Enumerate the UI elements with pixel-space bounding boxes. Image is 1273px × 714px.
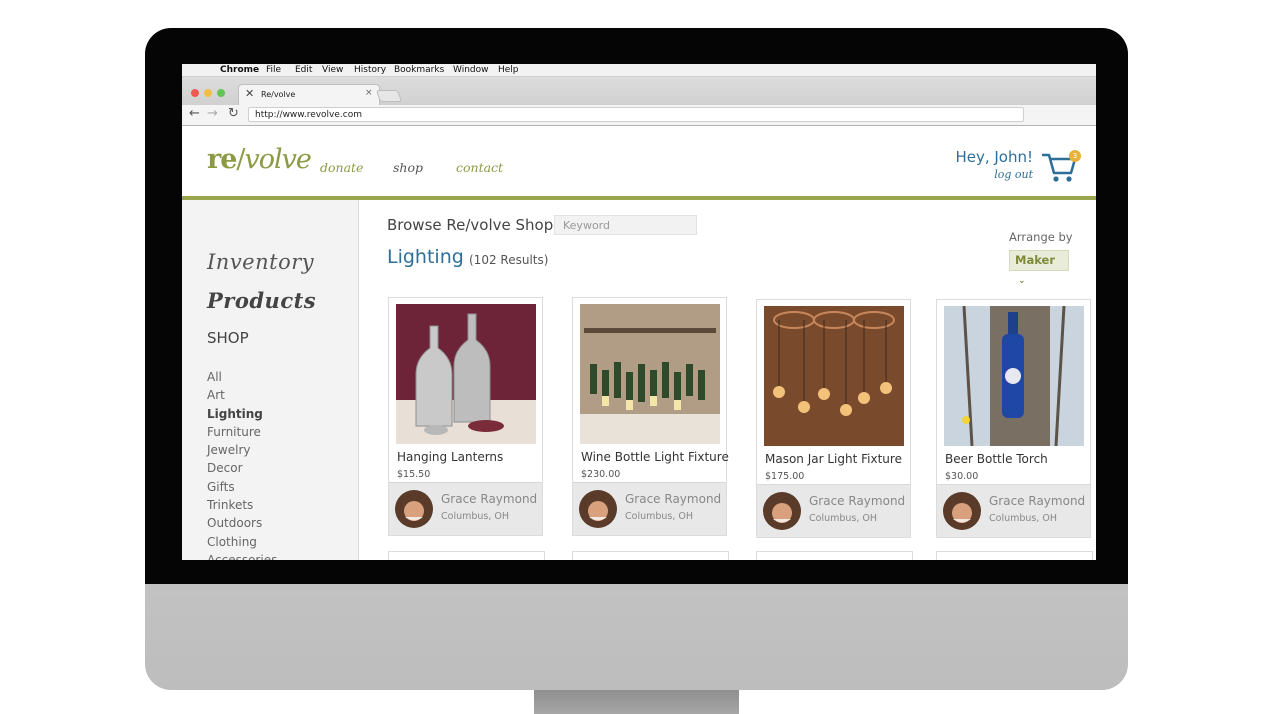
new-tab-button[interactable] — [375, 90, 403, 102]
product-card-partial[interactable] — [572, 551, 729, 560]
product-price: $230.00 — [581, 469, 621, 480]
maker-location: Columbus, OH — [809, 513, 878, 524]
menu-history[interactable]: History — [354, 64, 386, 76]
maker-info[interactable]: Grace Raymond Columbus, OH — [389, 482, 542, 535]
maker-name: Grace Raymond — [625, 492, 722, 506]
product-image-wine-bottle-light-fixture[interactable] — [580, 304, 720, 444]
maker-info[interactable]: Grace Raymond Columbus, OH — [757, 484, 910, 537]
arrange-by-select[interactable]: Maker ⌄ — [1009, 250, 1069, 286]
category-item-decor[interactable]: Decor — [207, 459, 277, 477]
site-header: re/volve donate shop contact Hey, John! … — [182, 126, 1096, 200]
product-price: $15.50 — [397, 469, 431, 480]
menu-file[interactable]: File — [266, 64, 281, 76]
sidebar-shop-heading: SHOP — [207, 329, 249, 347]
arrange-by-value: Maker — [1015, 253, 1056, 267]
sidebar-inventory-link[interactable]: Inventory — [207, 250, 314, 274]
category-item-clothing[interactable]: Clothing — [207, 533, 277, 551]
reload-icon[interactable]: ↻ — [228, 107, 239, 121]
maker-name: Grace Raymond — [989, 494, 1086, 508]
product-card[interactable]: Wine Bottle Light Fixture $230.00 Grace … — [572, 297, 729, 536]
tab-close-icon[interactable]: × — [365, 88, 373, 98]
address-bar[interactable]: http://www.revolve.com — [248, 107, 1024, 122]
product-price: $175.00 — [765, 471, 805, 482]
product-image-mason-jar-light-fixture[interactable] — [764, 306, 904, 446]
product-name[interactable]: Beer Bottle Torch — [945, 452, 1048, 466]
mac-menubar: Chrome File Edit View History Bookmarks … — [182, 64, 1096, 77]
maker-info[interactable]: Grace Raymond Columbus, OH — [937, 484, 1090, 537]
back-arrow-icon[interactable]: ← — [189, 107, 200, 121]
product-card-partial[interactable] — [388, 551, 545, 560]
maker-avatar — [579, 490, 617, 528]
maker-name: Grace Raymond — [809, 494, 906, 508]
category-item-furniture[interactable]: Furniture — [207, 423, 277, 441]
logout-link[interactable]: log out — [994, 168, 1033, 181]
menu-help[interactable]: Help — [498, 64, 519, 76]
maker-avatar — [943, 492, 981, 530]
minimize-window-button[interactable] — [204, 89, 212, 97]
browser-chrome: ✕ Re/volve × ← → ↻ http://www.revolve.co… — [182, 77, 1096, 126]
results-count: (102 Results) — [469, 253, 549, 267]
category-item-accessories[interactable]: Accessories — [207, 551, 277, 560]
product-card-partial[interactable] — [936, 551, 1093, 560]
close-window-button[interactable] — [191, 89, 199, 97]
revolve-logo[interactable]: re/volve — [207, 144, 312, 175]
product-image-beer-bottle-torch[interactable] — [944, 306, 1084, 446]
maker-avatar — [395, 490, 433, 528]
product-card[interactable]: Mason Jar Light Fixture $175.00 Grace Ra… — [756, 299, 911, 538]
browse-title: Browse Re/volve Shop — [387, 216, 554, 234]
zoom-window-button[interactable] — [217, 89, 225, 97]
menu-window[interactable]: Window — [453, 64, 489, 76]
arrange-by-label: Arrange by — [1009, 230, 1073, 244]
product-price: $30.00 — [945, 471, 979, 482]
category-item-art[interactable]: Art — [207, 386, 277, 404]
category-item-outdoors[interactable]: Outdoors — [207, 514, 277, 532]
category-item-all[interactable]: All — [207, 368, 277, 386]
maker-name: Grace Raymond — [441, 492, 538, 506]
category-list: All Art Lighting Furniture Jewelry Decor… — [207, 368, 277, 560]
browser-tab[interactable]: ✕ Re/volve × — [238, 84, 380, 105]
product-name[interactable]: Mason Jar Light Fixture — [765, 452, 902, 466]
user-greeting: Hey, John! — [955, 148, 1033, 166]
screen: Chrome File Edit View History Bookmarks … — [182, 64, 1096, 560]
maker-location: Columbus, OH — [625, 511, 694, 522]
monitor-stand — [534, 690, 739, 714]
maker-location: Columbus, OH — [989, 513, 1058, 524]
forward-arrow-icon[interactable]: → — [207, 107, 218, 121]
category-title: Lighting — [387, 246, 464, 268]
category-item-trinkets[interactable]: Trinkets — [207, 496, 277, 514]
nav-donate[interactable]: donate — [320, 160, 363, 175]
product-card[interactable]: Beer Bottle Torch $30.00 Grace Raymond C… — [936, 299, 1091, 538]
nav-shop[interactable]: shop — [393, 160, 423, 175]
menu-app-name[interactable]: Chrome — [220, 64, 259, 76]
product-image-hanging-lanterns[interactable] — [396, 304, 536, 444]
tab-title: Re/volve — [261, 90, 296, 99]
maker-avatar — [763, 492, 801, 530]
product-name[interactable]: Hanging Lanterns — [397, 450, 503, 464]
maker-info[interactable]: Grace Raymond Columbus, OH — [573, 482, 726, 535]
product-name[interactable]: Wine Bottle Light Fixture — [581, 450, 729, 464]
product-card[interactable]: Hanging Lanterns $15.50 Grace Raymond Co… — [388, 297, 543, 536]
category-item-gifts[interactable]: Gifts — [207, 478, 277, 496]
chevron-down-icon: ⌄ — [1018, 276, 1026, 286]
menu-edit[interactable]: Edit — [295, 64, 312, 76]
sidebar-products-link[interactable]: Products — [207, 288, 316, 313]
category-item-lighting[interactable]: Lighting — [207, 405, 277, 423]
menu-view[interactable]: View — [322, 64, 343, 76]
nav-contact[interactable]: contact — [456, 160, 503, 175]
maker-location: Columbus, OH — [441, 511, 510, 522]
product-card-partial[interactable] — [756, 551, 913, 560]
sidebar: Inventory Products SHOP All Art Lighting… — [182, 200, 359, 560]
revolve-favicon-icon: ✕ — [245, 87, 255, 100]
browser-toolbar: ← → ↻ http://www.revolve.com — [182, 105, 1096, 125]
keyword-search-input[interactable]: Keyword — [554, 215, 697, 235]
category-item-jewelry[interactable]: Jewelry — [207, 441, 277, 459]
menu-bookmarks[interactable]: Bookmarks — [394, 64, 444, 76]
cart-count-badge: 3 — [1069, 150, 1081, 162]
